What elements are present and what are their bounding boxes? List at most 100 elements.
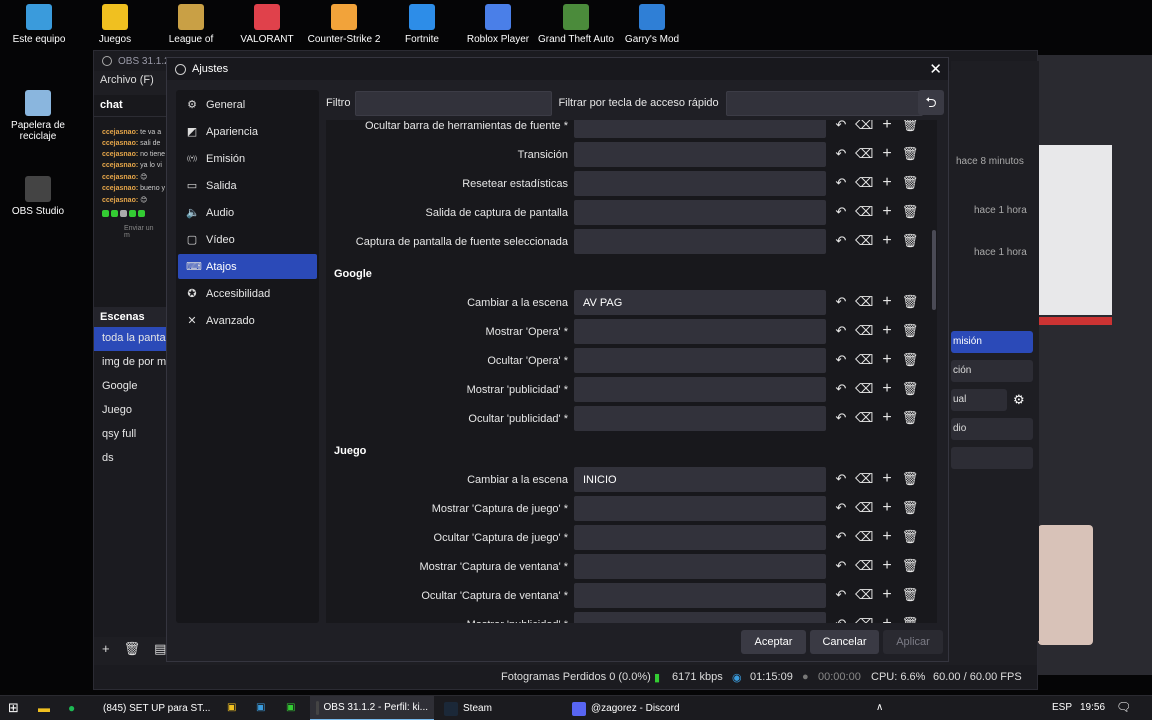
revert-icon[interactable]: ↶ bbox=[832, 615, 850, 623]
desktop-icon[interactable]: Garry's Mod bbox=[614, 4, 690, 45]
revert-icon[interactable]: ↶ bbox=[832, 322, 850, 340]
delete-icon[interactable]: 🗑 bbox=[901, 232, 919, 250]
revert-icon[interactable]: ↶ bbox=[832, 293, 850, 311]
add-scene-icon[interactable]: + bbox=[102, 641, 110, 656]
scene-item[interactable]: qsy full bbox=[94, 423, 166, 447]
clock[interactable]: 19:56 bbox=[1080, 702, 1105, 713]
delete-icon[interactable]: 🗑 bbox=[901, 322, 919, 340]
hotkey-input[interactable]: INICIO bbox=[574, 467, 826, 492]
notifications-icon[interactable]: 🗨 bbox=[1116, 700, 1131, 714]
delete-icon[interactable]: 🗑 bbox=[901, 145, 919, 163]
pinned-app-icon[interactable]: ▣ bbox=[227, 702, 236, 713]
add-icon[interactable]: + bbox=[878, 145, 896, 163]
reset-filter-button[interactable]: ⮌ bbox=[918, 90, 944, 115]
add-icon[interactable]: + bbox=[878, 380, 896, 398]
add-icon[interactable]: + bbox=[878, 557, 896, 575]
clear-icon[interactable]: ⌫ bbox=[855, 293, 873, 311]
desktop-icon[interactable]: Grand Theft Auto bbox=[538, 4, 614, 45]
sidebar-item-accesibilidad[interactable]: ✪ Accesibilidad bbox=[178, 281, 317, 306]
hotkey-input[interactable] bbox=[574, 348, 826, 373]
hotkey-input[interactable]: AV PAG bbox=[574, 290, 826, 315]
clear-icon[interactable]: ⌫ bbox=[855, 409, 873, 427]
sidebar-item-general[interactable]: ⚙ General bbox=[178, 92, 317, 117]
add-icon[interactable]: + bbox=[878, 615, 896, 623]
desktop-icon[interactable]: VALORANT bbox=[229, 4, 305, 45]
hotkey-input[interactable] bbox=[574, 377, 826, 402]
hotkey-input[interactable] bbox=[574, 496, 826, 521]
excel-icon[interactable]: ▣ bbox=[286, 702, 295, 713]
clear-icon[interactable]: ⌫ bbox=[855, 145, 873, 163]
desktop-icon[interactable]: Fortnite bbox=[384, 4, 460, 45]
language-indicator[interactable]: ESP bbox=[1052, 702, 1072, 713]
hotkey-input[interactable] bbox=[574, 406, 826, 431]
clear-icon[interactable]: ⌫ bbox=[855, 174, 873, 192]
delete-icon[interactable]: 🗑 bbox=[901, 470, 919, 488]
clear-icon[interactable]: ⌫ bbox=[855, 586, 873, 604]
sidebar-item-video[interactable]: ▢ Vídeo bbox=[178, 227, 317, 252]
hotkey-input[interactable] bbox=[574, 200, 826, 225]
scene-item[interactable]: Google bbox=[94, 375, 166, 399]
vscode-icon[interactable]: ▣ bbox=[256, 702, 265, 713]
delete-icon[interactable]: 🗑 bbox=[901, 120, 919, 134]
sidebar-item-salida[interactable]: ▭ Salida bbox=[178, 173, 317, 198]
settings-button[interactable] bbox=[951, 447, 1033, 469]
clear-icon[interactable]: ⌫ bbox=[855, 120, 873, 134]
chat-input[interactable]: Enviar un m bbox=[94, 221, 166, 239]
scene-item[interactable]: toda la panta bbox=[94, 327, 166, 351]
desktop-icon[interactable]: League of bbox=[153, 4, 229, 45]
clear-icon[interactable]: ⌫ bbox=[855, 615, 873, 623]
scene-item[interactable]: img de por m bbox=[94, 351, 166, 375]
revert-icon[interactable]: ↶ bbox=[832, 232, 850, 250]
revert-icon[interactable]: ↶ bbox=[832, 120, 850, 134]
add-icon[interactable]: + bbox=[878, 232, 896, 250]
revert-icon[interactable]: ↶ bbox=[832, 174, 850, 192]
filter-input[interactable] bbox=[355, 90, 553, 116]
desktop-icon[interactable]: Roblox Player bbox=[460, 4, 536, 45]
add-icon[interactable]: + bbox=[878, 528, 896, 546]
delete-icon[interactable]: 🗑 bbox=[901, 293, 919, 311]
ok-button[interactable]: Aceptar bbox=[741, 630, 806, 654]
apply-button[interactable]: Aplicar bbox=[883, 630, 943, 654]
delete-icon[interactable]: 🗑 bbox=[901, 380, 919, 398]
delete-scene-icon[interactable]: 🗑 bbox=[124, 641, 141, 656]
windows-start-icon[interactable]: ⊞ bbox=[8, 700, 19, 716]
start-streaming-button[interactable]: misión bbox=[951, 331, 1033, 353]
add-icon[interactable]: + bbox=[878, 120, 896, 134]
clear-icon[interactable]: ⌫ bbox=[855, 557, 873, 575]
delete-icon[interactable]: 🗑 bbox=[901, 528, 919, 546]
desktop-icon[interactable]: OBS Studio bbox=[0, 176, 76, 217]
delete-icon[interactable]: 🗑 bbox=[901, 174, 919, 192]
sidebar-item-audio[interactable]: 🔈 Audio bbox=[178, 200, 317, 225]
delete-icon[interactable]: 🗑 bbox=[901, 409, 919, 427]
sidebar-item-emision[interactable]: ((•)) Emisión bbox=[178, 146, 317, 171]
hotkey-input[interactable] bbox=[574, 554, 826, 579]
clear-icon[interactable]: ⌫ bbox=[855, 470, 873, 488]
revert-icon[interactable]: ↶ bbox=[832, 586, 850, 604]
delete-icon[interactable]: 🗑 bbox=[901, 586, 919, 604]
menu-archivo[interactable]: Archivo (F) bbox=[100, 74, 154, 86]
desktop-icon[interactable]: Counter-Strike 2 bbox=[306, 4, 382, 45]
revert-icon[interactable]: ↶ bbox=[832, 499, 850, 517]
clear-icon[interactable]: ⌫ bbox=[855, 203, 873, 221]
delete-icon[interactable]: 🗑 bbox=[901, 351, 919, 369]
delete-icon[interactable]: 🗑 bbox=[901, 203, 919, 221]
desktop-icon[interactable]: Juegos bbox=[77, 4, 153, 45]
add-icon[interactable]: + bbox=[878, 203, 896, 221]
taskbar-item[interactable]: Steam bbox=[438, 696, 562, 720]
hotkey-input[interactable] bbox=[574, 583, 826, 608]
hotkey-input[interactable] bbox=[574, 229, 826, 254]
hotkey-input[interactable] bbox=[574, 319, 826, 344]
filters-icon[interactable]: ▤ bbox=[154, 641, 166, 656]
scene-item[interactable]: ds bbox=[94, 447, 166, 471]
taskbar-item[interactable]: @zagorez - Discord bbox=[566, 696, 690, 720]
add-icon[interactable]: + bbox=[878, 174, 896, 192]
clear-icon[interactable]: ⌫ bbox=[855, 351, 873, 369]
delete-icon[interactable]: 🗑 bbox=[901, 499, 919, 517]
revert-icon[interactable]: ↶ bbox=[832, 528, 850, 546]
revert-icon[interactable]: ↶ bbox=[832, 409, 850, 427]
cancel-button[interactable]: Cancelar bbox=[810, 630, 879, 654]
revert-icon[interactable]: ↶ bbox=[832, 380, 850, 398]
sidebar-item-apariencia[interactable]: ◩ Apariencia bbox=[178, 119, 317, 144]
add-icon[interactable]: + bbox=[878, 409, 896, 427]
scene-item[interactable]: Juego bbox=[94, 399, 166, 423]
